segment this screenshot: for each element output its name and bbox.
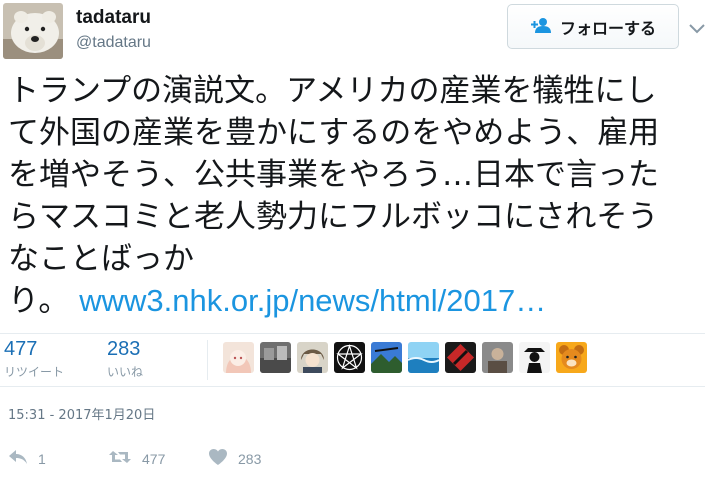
avatar-pentagram[interactable] <box>334 342 365 373</box>
display-name[interactable]: tadataru <box>76 6 151 30</box>
retweet-action-count: 477 <box>142 451 166 467</box>
avatar-photo-1[interactable] <box>260 342 291 373</box>
heart-icon <box>208 448 228 470</box>
like-button[interactable]: 283 <box>208 448 261 470</box>
retweet-label: リツイート <box>4 365 65 379</box>
divider <box>0 386 705 387</box>
reply-count: 1 <box>38 451 46 467</box>
add-user-icon <box>530 16 552 38</box>
stats-separator <box>207 340 208 380</box>
avatar-red-emblem[interactable] <box>445 342 476 373</box>
retweet-icon <box>108 448 132 470</box>
liker-avatars <box>223 342 587 373</box>
tweet-line: らマスコミと老人勢力にフルボッコにされそう <box>8 199 659 235</box>
tweet-line: トランプの演説文。アメリカの産業を犠牲にし <box>8 73 657 109</box>
chevron-down-icon[interactable] <box>684 18 710 38</box>
retweet-count: 477 <box>4 338 38 360</box>
avatar-anime-girl[interactable] <box>223 342 254 373</box>
avatar-landscape[interactable] <box>371 342 402 373</box>
retweet-button[interactable]: 477 <box>108 448 165 470</box>
avatar-bear[interactable] <box>556 342 587 373</box>
like-action-count: 283 <box>238 451 262 467</box>
tweet-line: て外国の産業を豊かにするのをやめよう、雇用 <box>8 115 660 151</box>
tweet-line: り。 <box>8 283 70 319</box>
reply-icon <box>8 448 28 470</box>
tweet-stats: 477 リツイート 283 いいね <box>0 334 721 386</box>
like-stat[interactable]: 283 いいね <box>107 337 143 380</box>
screen-name[interactable]: @tadataru <box>76 32 151 54</box>
retweet-stat[interactable]: 477 リツイート <box>4 337 64 380</box>
user-names: tadataru @tadataru <box>76 6 151 54</box>
tweet-link[interactable]: www3.nhk.or.jp/news/html/2017… <box>79 283 546 318</box>
like-label: いいね <box>107 365 144 379</box>
tweet-actions: 1 477 283 <box>0 448 721 472</box>
tweet-timestamp[interactable]: 15:31 - 2017年1月20日 <box>8 404 155 423</box>
tweet-line: なことばっか <box>8 241 194 277</box>
like-count: 283 <box>107 338 141 360</box>
avatar-blue-sea[interactable] <box>408 342 439 373</box>
avatar-silhouette[interactable] <box>519 342 550 373</box>
tweet-line-last: り。 www3.nhk.or.jp/news/html/2017… <box>8 280 713 322</box>
avatar-anime-boy[interactable] <box>297 342 328 373</box>
follow-button[interactable]: フォローする <box>507 4 679 49</box>
avatar-photo-2[interactable] <box>482 342 513 373</box>
avatar[interactable] <box>3 3 63 59</box>
reply-button[interactable]: 1 <box>8 448 46 470</box>
follow-button-label: フォローする <box>559 18 656 38</box>
tweet-line: を増やそう、公共事業をやろう…日本で言った <box>8 157 659 193</box>
tweet-text: トランプの演説文。アメリカの産業を犠牲にし て外国の産業を豊かにするのをやめよう… <box>8 70 713 322</box>
